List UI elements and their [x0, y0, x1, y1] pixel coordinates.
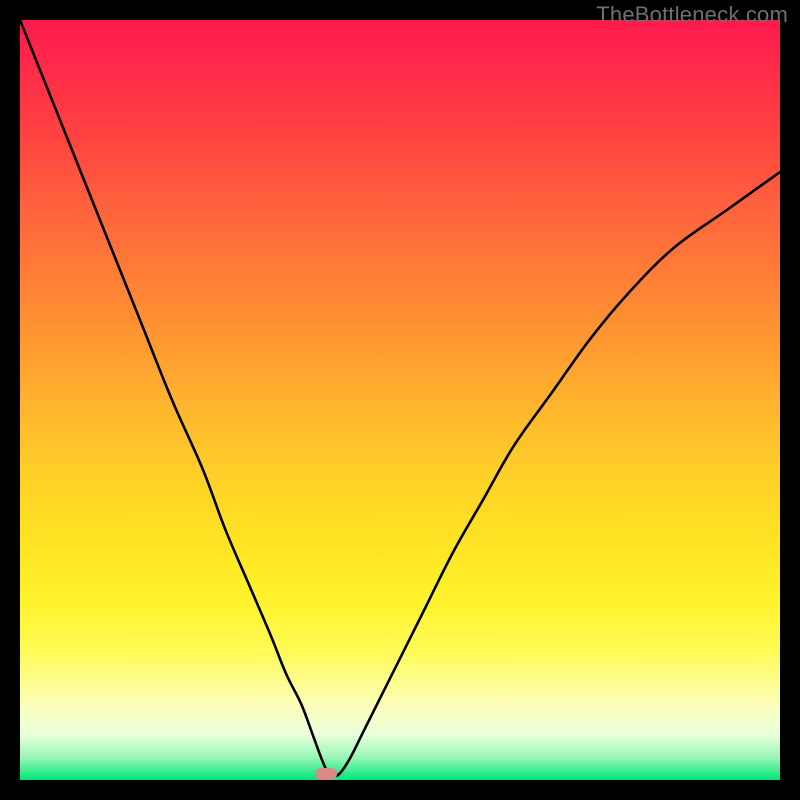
curve-svg	[20, 20, 780, 780]
chart-frame	[20, 20, 780, 780]
bottleneck-curve	[20, 20, 780, 776]
optimal-marker	[315, 768, 337, 780]
watermark-text: TheBottleneck.com	[596, 2, 788, 28]
